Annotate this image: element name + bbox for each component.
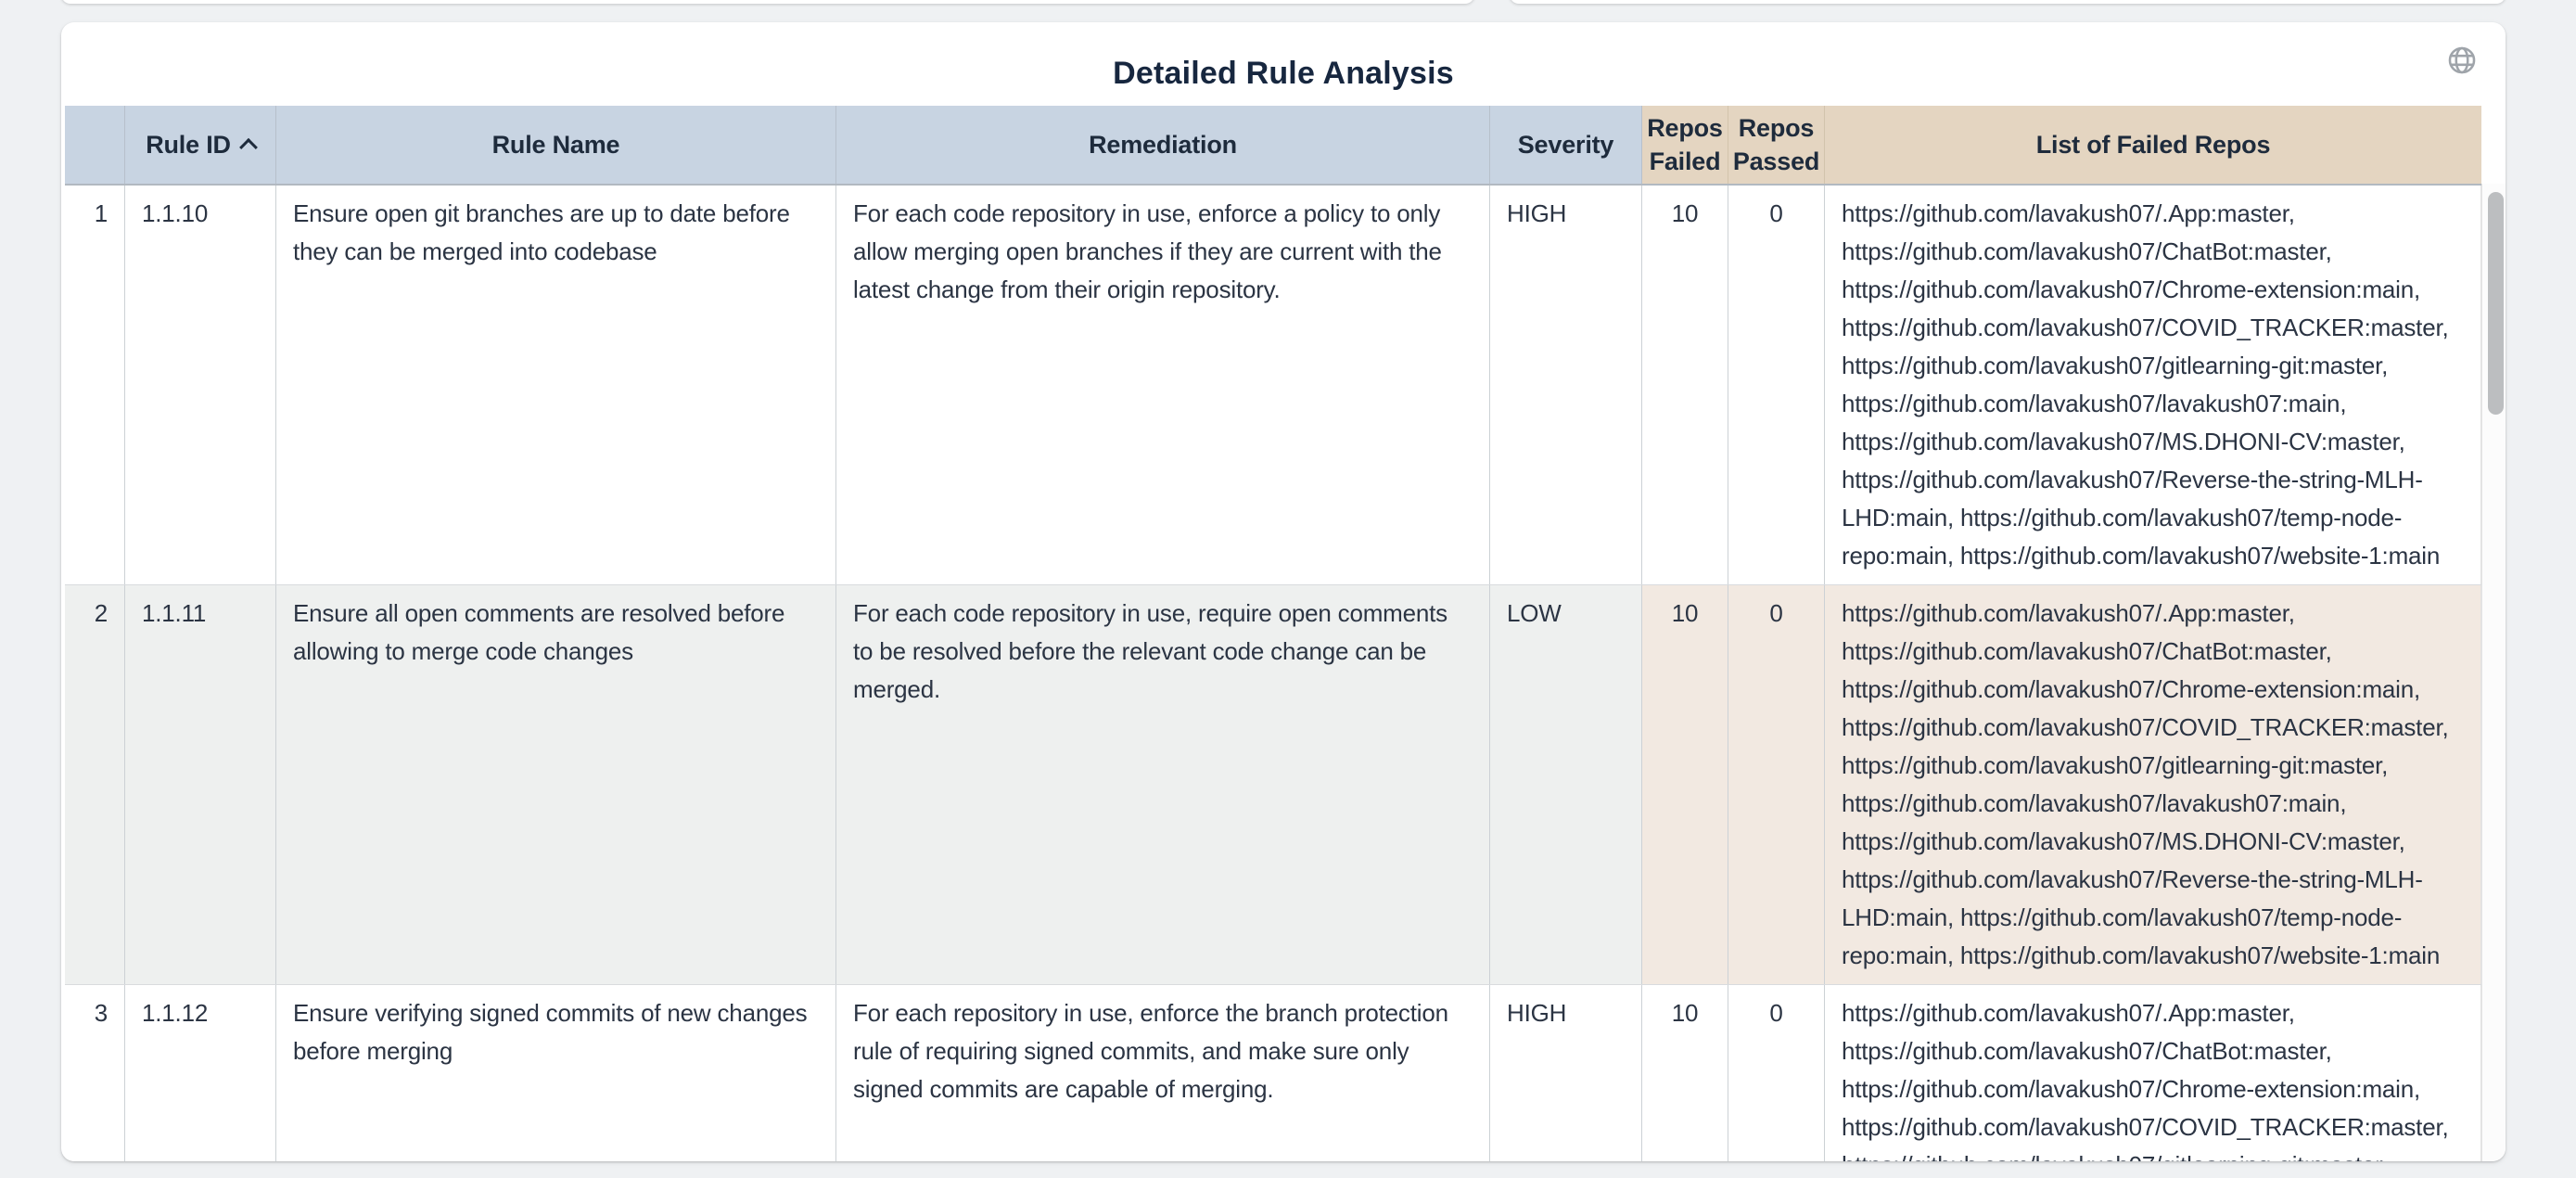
cell-repos-failed: 10	[1642, 585, 1728, 984]
cell-severity: LOW	[1490, 585, 1642, 984]
globe-icon[interactable]	[2446, 45, 2478, 76]
detailed-rule-analysis-card: Detailed Rule Analysis Rule ID Rule Name…	[61, 22, 2506, 1161]
cell-rule-id: 1.1.10	[125, 186, 276, 584]
cell-rule-name: Ensure open git branches are up to date …	[276, 186, 836, 584]
cell-repos-passed: 0	[1728, 985, 1825, 1161]
cell-severity: HIGH	[1490, 985, 1642, 1161]
table-row: 2 1.1.11 Ensure all open comments are re…	[65, 584, 2481, 984]
cell-row-number: 3	[65, 985, 125, 1161]
table-row: 1 1.1.10 Ensure open git branches are up…	[65, 186, 2481, 584]
cell-rule-id: 1.1.12	[125, 985, 276, 1161]
cell-remediation: For each code repository in use, enforce…	[836, 186, 1490, 584]
column-header-repos-passed[interactable]: Repos Passed	[1728, 106, 1825, 184]
table-row: 3 1.1.12 Ensure verifying signed commits…	[65, 984, 2481, 1161]
cell-severity: HIGH	[1490, 186, 1642, 584]
cell-rule-id: 1.1.11	[125, 585, 276, 984]
cell-failed-repos-list: https://github.com/lavakush07/.App:maste…	[1825, 985, 2481, 1161]
table-header-row: Rule ID Rule Name Remediation Severity R…	[65, 106, 2481, 186]
cell-remediation: For each repository in use, enforce the …	[836, 985, 1490, 1161]
column-header-rule-id[interactable]: Rule ID	[125, 106, 276, 184]
cell-failed-repos-list: https://github.com/lavakush07/.App:maste…	[1825, 585, 2481, 984]
sort-ascending-icon	[239, 138, 258, 157]
table-scrollbar-track[interactable]	[2481, 184, 2506, 1161]
column-header-severity[interactable]: Severity	[1490, 106, 1642, 184]
cell-rule-name: Ensure verifying signed commits of new c…	[276, 985, 836, 1161]
rule-analysis-table: Rule ID Rule Name Remediation Severity R…	[65, 106, 2481, 1161]
column-header-remediation[interactable]: Remediation	[836, 106, 1490, 184]
cell-repos-failed: 10	[1642, 186, 1728, 584]
cell-row-number: 2	[65, 585, 125, 984]
column-header-row-number	[65, 106, 125, 184]
cell-remediation: For each code repository in use, require…	[836, 585, 1490, 984]
cell-failed-repos-list: https://github.com/lavakush07/.App:maste…	[1825, 186, 2481, 584]
page-title: Detailed Rule Analysis	[61, 56, 2506, 92]
cell-repos-failed: 10	[1642, 985, 1728, 1161]
cell-row-number: 1	[65, 186, 125, 584]
card-above-right-bottom-edge	[1510, 0, 2506, 4]
card-above-left-bottom-edge	[61, 0, 1474, 4]
cell-rule-name: Ensure all open comments are resolved be…	[276, 585, 836, 984]
cell-repos-passed: 0	[1728, 585, 1825, 984]
column-header-rule-name[interactable]: Rule Name	[276, 106, 836, 184]
table-body: 1 1.1.10 Ensure open git branches are up…	[65, 186, 2481, 1161]
column-header-rule-id-label: Rule ID	[146, 128, 231, 161]
column-header-repos-failed[interactable]: Repos Failed	[1642, 106, 1728, 184]
cell-repos-passed: 0	[1728, 186, 1825, 584]
column-header-failed-repos-list[interactable]: List of Failed Repos	[1825, 106, 2481, 184]
table-scrollbar-thumb[interactable]	[2488, 192, 2504, 415]
